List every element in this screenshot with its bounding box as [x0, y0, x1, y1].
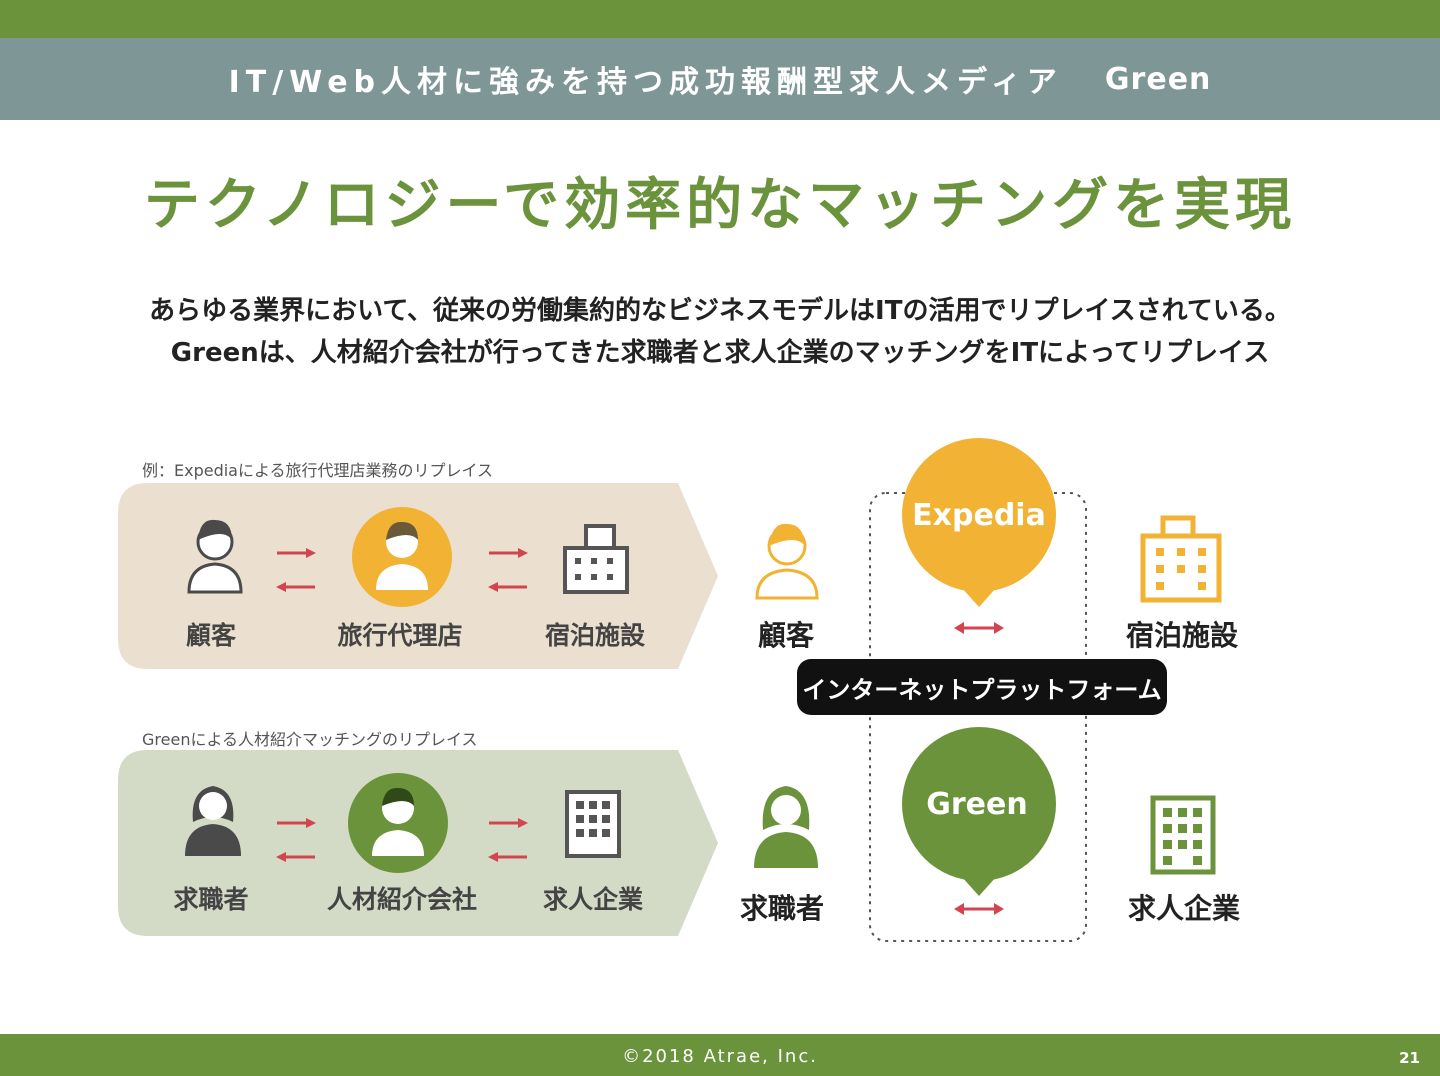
- platform-customer-label: 顧客: [757, 619, 814, 652]
- green-bubble-label: Green: [926, 787, 1028, 822]
- double-arrow-icon: [954, 622, 1004, 634]
- platform-company-label: 求人企業: [1127, 892, 1240, 925]
- expedia-example-caption: 例：Expediaによる旅行代理店業務のリプレイス: [142, 461, 494, 480]
- company-building-icon: [565, 790, 621, 858]
- platform-hotel-label: 宿泊施設: [1125, 619, 1238, 652]
- internet-platform-label: インターネットプラットフォーム: [797, 659, 1167, 715]
- page-number: 21: [1399, 1049, 1420, 1067]
- platform-job-seeker-label: 求職者: [739, 892, 824, 925]
- platform-customer-icon: [755, 523, 819, 600]
- copyright: ©2018 Atrae, Inc.: [622, 1046, 818, 1067]
- travel-agent-icon: [352, 507, 452, 607]
- green-example-caption: Greenによる人材紹介マッチングのリプレイス: [142, 730, 478, 749]
- expedia-row-agency-label: 旅行代理店: [337, 621, 463, 650]
- green-row-job-seeker-label: 求職者: [173, 885, 249, 914]
- platform-job-seeker-icon: [754, 786, 818, 868]
- green-row-agency-label: 人材紹介会社: [326, 885, 477, 914]
- platform-hotel-icon: [1140, 515, 1222, 603]
- recruitment-agency-icon: [348, 773, 448, 873]
- double-arrow-icon: [954, 903, 1004, 915]
- platform-company-icon: [1150, 795, 1216, 875]
- expedia-bubble-label: Expedia: [912, 498, 1046, 533]
- expedia-row-hotel-label: 宿泊施設: [544, 621, 645, 650]
- expedia-row-customer-label: 顧客: [185, 621, 236, 650]
- green-row-company-label: 求人企業: [542, 885, 643, 914]
